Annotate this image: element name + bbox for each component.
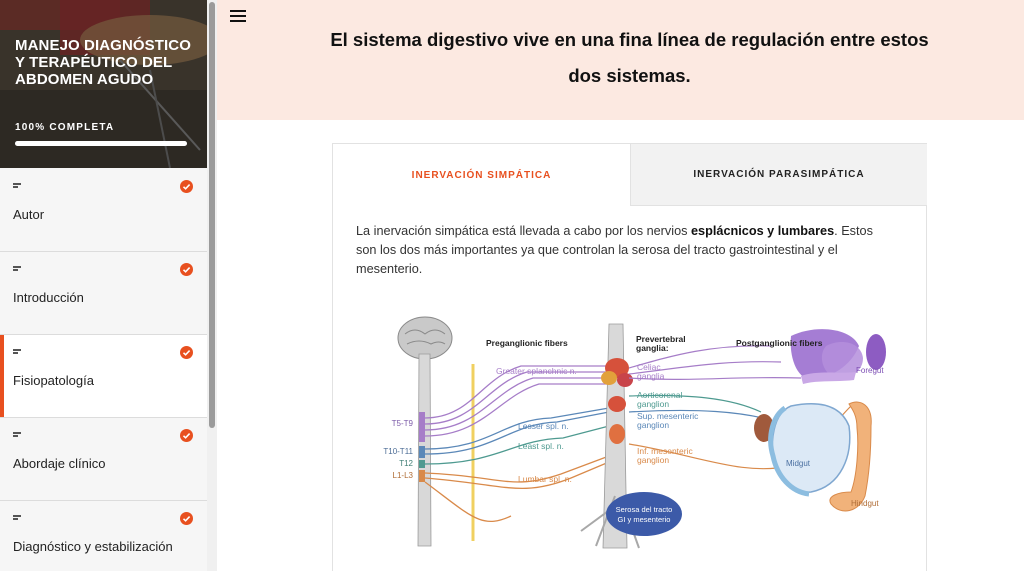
aorticorenal-ganglion-shape — [608, 396, 626, 412]
serosa-badge — [606, 492, 682, 536]
scrollbar-thumb[interactable] — [209, 2, 215, 428]
menu-icon[interactable] — [230, 8, 248, 24]
app-root: MANEJO DIAGNÓSTICO Y TERAPÉUTICO DEL ABD… — [0, 0, 1024, 571]
lesson-lines-icon — [13, 432, 21, 438]
lesson-content: El sistema digestivo vive en una fina lí… — [217, 0, 1024, 571]
brain-icon — [397, 316, 453, 360]
progress-label: 100% COMPLETA — [15, 122, 115, 133]
serosa-label-1: Serosa del tracto — [616, 505, 673, 514]
tab-panel-text: La inervación simpática está llevada a c… — [356, 222, 891, 279]
sidebar-item-abordaje-clinico[interactable]: Abordaje clínico — [0, 418, 207, 501]
lesson-lines-icon — [13, 183, 21, 189]
sidebar-item-autor[interactable]: Autor — [0, 169, 207, 252]
completed-check-icon — [180, 263, 193, 276]
course-sidebar: MANEJO DIAGNÓSTICO Y TERAPÉUTICO DEL ABD… — [0, 0, 207, 571]
course-title: MANEJO DIAGNÓSTICO Y TERAPÉUTICO DEL ABD… — [15, 37, 191, 88]
lumbar-splanchnic-label: Lumbar spl. n. — [518, 474, 572, 484]
tab-text-bold: esplácnicos y lumbares — [691, 224, 835, 238]
serosa-label-2: GI y mesenterio — [618, 515, 671, 524]
completed-check-icon — [180, 512, 193, 525]
least-splanchnic-label: Least spl. n. — [518, 441, 564, 451]
tabs-block: INERVACIÓN SIMPÁTICA INERVACIÓN PARASIMP… — [332, 143, 927, 571]
sympathetic-innervation-diagram: Serosa del tracto GI y mesenterio Pregan… — [383, 316, 886, 549]
segment-t12-label: T12 — [399, 459, 413, 468]
hero-heading: El sistema digestivo vive en una fina lí… — [330, 29, 929, 86]
celiac-label-2: ganglia — [637, 371, 665, 381]
lesser-splanchnic-label: Lesser spl. n. — [518, 421, 569, 431]
lesson-lines-icon — [13, 349, 21, 355]
sidebar-item-label: Abordaje clínico — [13, 456, 106, 471]
greater-splanchnic-fibers — [424, 365, 609, 437]
inf-mesenteric-label-2: ganglion — [637, 455, 669, 465]
preganglionic-label: Preganglionic fibers — [486, 338, 568, 348]
postganglionic-label: Postganglionic fibers — [736, 338, 823, 348]
sup-mesenteric-label-2: ganglion — [637, 420, 669, 430]
tab-text-before: La inervación simpática está llevada a c… — [356, 224, 691, 238]
tab-inervacion-parasimpatica[interactable]: INERVACIÓN PARASIMPÁTICA — [630, 144, 927, 206]
prevertebral-label-2: ganglia: — [636, 343, 669, 353]
greater-splanchnic-label: Greater splanchnic n. — [496, 366, 577, 376]
sidebar-item-label: Diagnóstico y estabilización — [13, 539, 173, 554]
lesson-lines-icon — [13, 515, 21, 521]
hindgut-label: Hindgut — [851, 499, 879, 508]
aorticorenal-label-2: ganglion — [637, 399, 669, 409]
foregut-label: Foregut — [856, 366, 884, 375]
sidebar-scrollbar[interactable] — [207, 0, 217, 571]
tab-inervacion-simpatica[interactable]: INERVACIÓN SIMPÁTICA — [333, 144, 630, 206]
completed-check-icon — [180, 346, 193, 359]
sidebar-item-label: Introducción — [13, 290, 84, 305]
midgut-label: Midgut — [786, 459, 811, 468]
completed-check-icon — [180, 180, 193, 193]
sidebar-item-fisiopatologia[interactable]: Fisiopatología — [0, 335, 207, 418]
segment-t5-label: T5-T9 — [392, 419, 414, 428]
segment-t10-label: T10-T11 — [383, 447, 413, 456]
lumbar-splanchnic-fibers — [424, 455, 610, 523]
sidebar-item-label: Fisiopatología — [13, 373, 94, 388]
sidebar-item-label: Autor — [13, 207, 45, 222]
completed-check-icon — [180, 429, 193, 442]
progress-bar — [15, 141, 187, 146]
inf-mesenteric-ganglion-shape — [609, 424, 625, 444]
sidebar-item-diagnostico[interactable]: Diagnóstico y estabilización — [0, 501, 207, 571]
spleen-shape — [866, 334, 886, 370]
lesson-lines-icon — [13, 266, 21, 272]
segment-l1-label: L1-L3 — [393, 471, 414, 480]
lesson-hero: El sistema digestivo vive en una fina lí… — [217, 0, 1024, 120]
sidebar-item-introduccion[interactable]: Introducción — [0, 252, 207, 335]
course-header: MANEJO DIAGNÓSTICO Y TERAPÉUTICO DEL ABD… — [0, 0, 207, 168]
progress-bar-fill — [15, 141, 187, 146]
least-splanchnic-fibers — [424, 425, 610, 465]
pancreas-shape — [801, 372, 856, 384]
